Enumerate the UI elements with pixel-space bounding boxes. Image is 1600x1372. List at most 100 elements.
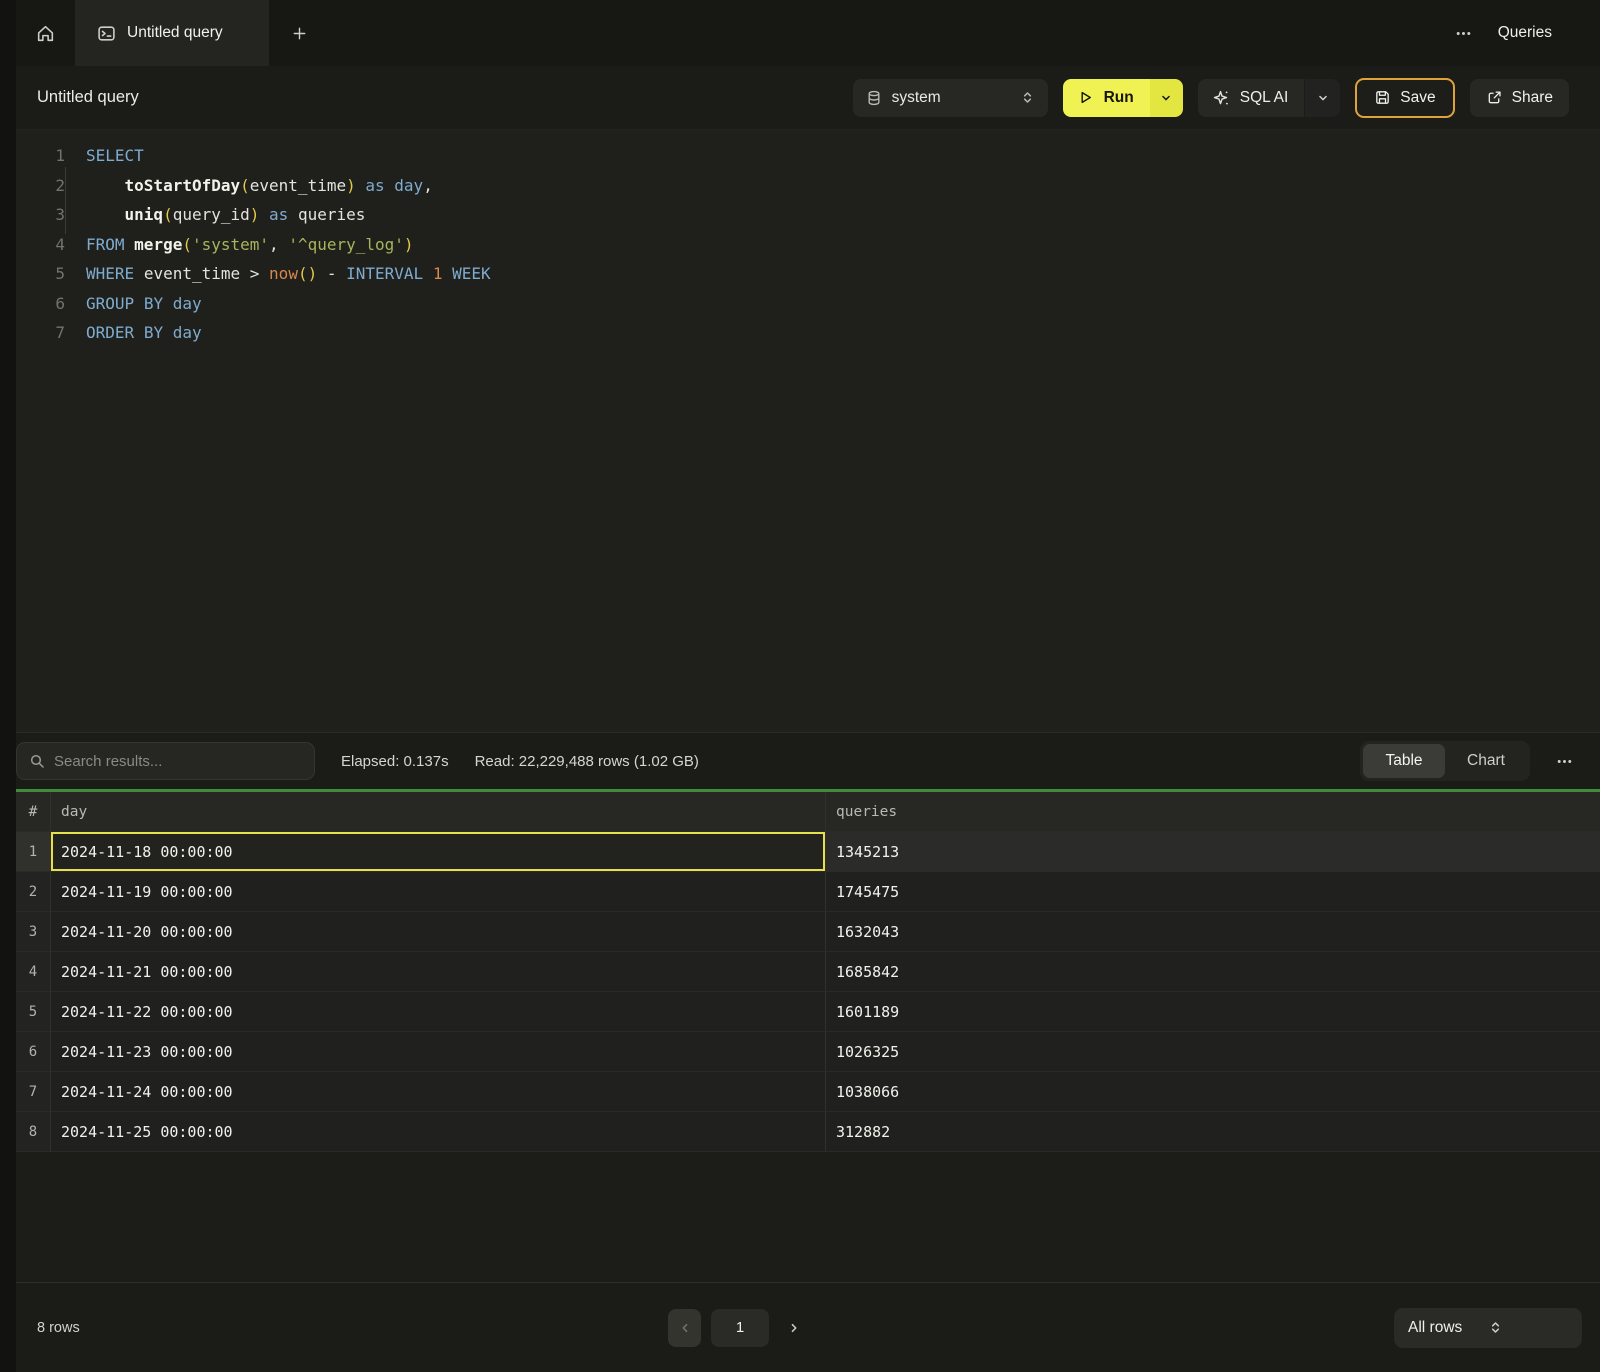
day-cell[interactable]: 2024-11-19 00:00:00 [50,872,825,912]
code-line[interactable]: 5WHERE event_time > now() - INTERVAL 1 W… [37,259,1600,289]
day-cell[interactable]: 2024-11-21 00:00:00 [50,952,825,992]
search-icon [29,753,45,769]
row-index-cell[interactable]: 6 [16,1032,50,1072]
chevron-down-icon [1316,91,1330,105]
ellipsis-icon [1455,25,1472,42]
database-select[interactable]: system [853,79,1048,117]
search-results-input[interactable] [54,753,302,770]
code-line[interactable]: 4FROM merge('system', '^query_log') [37,230,1600,260]
page-size-value: All rows [1408,1319,1488,1337]
results-more-button[interactable] [1556,753,1573,770]
row-count: 8 rows [37,1320,80,1336]
query-header: Untitled query system Run [16,66,1600,130]
search-results-box [16,742,315,780]
row-index-cell[interactable]: 1 [16,832,50,872]
sparkles-icon [1212,89,1230,107]
queries-cell[interactable]: 312882 [825,1112,1600,1152]
chevron-down-icon [1159,91,1173,105]
code-line[interactable]: 7ORDER BY day [37,318,1600,348]
queries-cell[interactable]: 1038066 [825,1072,1600,1112]
run-button-group: Run [1063,79,1183,117]
save-icon [1374,89,1391,106]
view-toggle: Table Chart [1360,741,1530,781]
page-size-select[interactable]: All rows [1394,1308,1582,1348]
row-index-cell[interactable]: 3 [16,912,50,952]
chevron-left-icon [678,1321,692,1335]
code-line[interactable]: 3 uniq(query_id) as queries [37,200,1600,230]
share-button-label: Share [1512,89,1553,107]
pagination: 1 [668,1309,809,1347]
line-number: 1 [37,141,65,171]
run-options-button[interactable] [1150,79,1183,117]
results-table-empty-area [16,1152,1600,1282]
index-column-header: # [16,792,50,832]
sql-console-app: Untitled query Queries Untitled query [0,0,1600,1372]
code-text: SELECT [65,141,144,171]
read-stat: Read: 22,229,488 rows (1.02 GB) [475,753,699,770]
run-button[interactable]: Run [1063,79,1150,117]
code-text: ORDER BY day [65,318,202,348]
code-text: toStartOfDay(event_time) as day, [65,171,433,201]
next-page-button[interactable] [779,1309,809,1347]
queries-cell[interactable]: 1601189 [825,992,1600,1032]
line-number: 2 [37,171,65,201]
day-cell[interactable]: 2024-11-25 00:00:00 [50,1112,825,1152]
page-number-button[interactable]: 1 [711,1309,769,1347]
sql-ai-options-button[interactable] [1304,79,1340,117]
share-button[interactable]: Share [1470,79,1569,117]
day-cell[interactable]: 2024-11-24 00:00:00 [50,1072,825,1112]
code-text: WHERE event_time > now() - INTERVAL 1 WE… [65,259,491,289]
day-cell[interactable]: 2024-11-18 00:00:00 [50,832,825,872]
code-line[interactable]: 1SELECT [37,141,1600,171]
sql-ai-button[interactable]: SQL AI [1198,79,1305,117]
elapsed-stat: Elapsed: 0.137s [341,753,449,770]
queries-column-header[interactable]: queries [825,792,1600,832]
code-text: GROUP BY day [65,289,202,319]
updown-chevron-icon [1020,90,1035,105]
tab-untitled-query[interactable]: Untitled query [75,0,269,66]
queries-cell[interactable]: 1345213 [825,832,1600,872]
sql-ai-button-group: SQL AI [1198,79,1341,117]
code-line[interactable]: 2 toStartOfDay(event_time) as day, [37,171,1600,201]
ellipsis-icon [1556,753,1573,770]
save-button[interactable]: Save [1355,78,1454,118]
database-select-value: system [892,89,1010,107]
day-cell[interactable]: 2024-11-22 00:00:00 [50,992,825,1032]
day-cell[interactable]: 2024-11-20 00:00:00 [50,912,825,952]
sql-ai-button-label: SQL AI [1240,89,1289,107]
day-column-header[interactable]: day [50,792,825,832]
terminal-icon [97,24,116,43]
code-text: FROM merge('system', '^query_log') [65,230,414,260]
tab-chart-view[interactable]: Chart [1445,744,1527,778]
queries-cell[interactable]: 1632043 [825,912,1600,952]
queries-cell[interactable]: 1026325 [825,1032,1600,1072]
save-button-label: Save [1400,89,1435,107]
previous-page-button[interactable] [668,1309,701,1347]
home-button[interactable] [16,0,75,66]
row-index-cell[interactable]: 2 [16,872,50,912]
line-number: 4 [37,230,65,260]
row-index-cell[interactable]: 8 [16,1112,50,1152]
code-text: uniq(query_id) as queries [65,200,365,230]
new-tab-button[interactable] [269,0,331,66]
chevron-right-icon [787,1321,801,1335]
row-index-cell[interactable]: 5 [16,992,50,1032]
line-number: 5 [37,259,65,289]
topbar-more-button[interactable] [1455,25,1472,42]
tab-table-view[interactable]: Table [1363,744,1445,778]
results-table-header: # day queries [16,792,1600,832]
topbar-right-actions: Queries [1455,0,1600,66]
row-index-cell[interactable]: 4 [16,952,50,992]
day-cell[interactable]: 2024-11-23 00:00:00 [50,1032,825,1072]
tab-dirty-dot [237,28,247,38]
code-line[interactable]: 6GROUP BY day [37,289,1600,319]
queries-cell[interactable]: 1745475 [825,872,1600,912]
sql-editor[interactable]: 1SELECT2 toStartOfDay(event_time) as day… [16,130,1600,733]
row-index-cell[interactable]: 7 [16,1072,50,1112]
updown-chevron-icon [1488,1320,1568,1335]
tab-title: Untitled query [127,24,223,42]
queries-cell[interactable]: 1685842 [825,952,1600,992]
plus-icon [291,25,308,42]
queries-link[interactable]: Queries [1498,24,1552,42]
header-actions: system Run [853,78,1569,118]
